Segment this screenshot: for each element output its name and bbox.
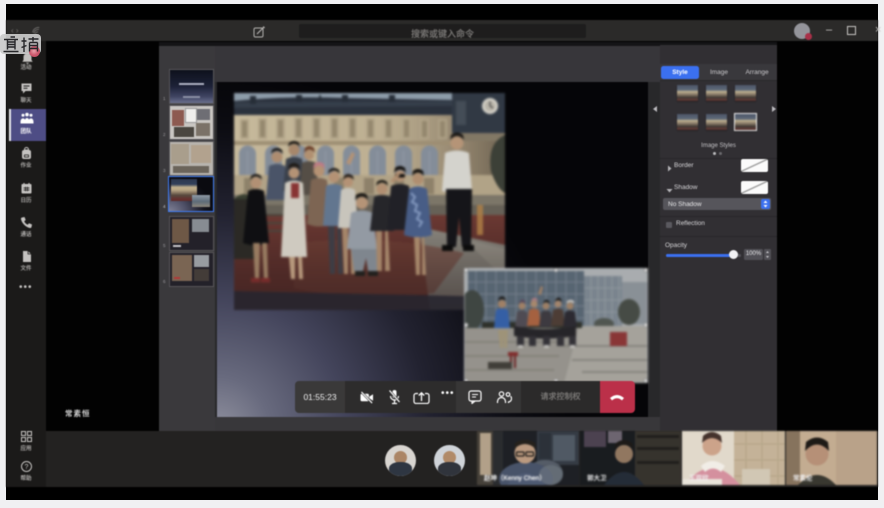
svg-text:?: ? [25,464,29,471]
